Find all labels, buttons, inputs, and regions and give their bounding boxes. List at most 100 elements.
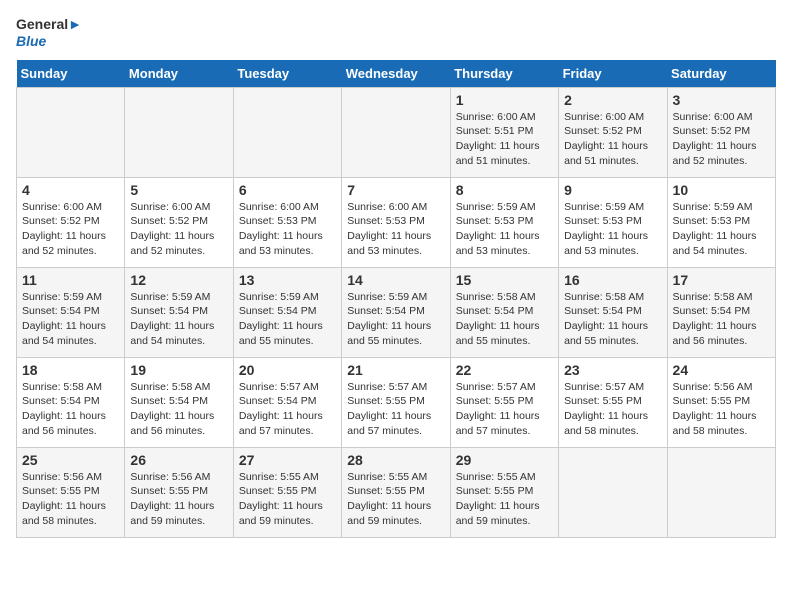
day-info: Sunrise: 5:59 AM Sunset: 5:54 PM Dayligh… <box>239 290 336 349</box>
page-header: General► Blue <box>16 16 776 50</box>
day-number: 6 <box>239 182 336 198</box>
day-info: Sunrise: 5:55 AM Sunset: 5:55 PM Dayligh… <box>347 470 444 529</box>
day-cell-11: 11 Sunrise: 5:59 AM Sunset: 5:54 PM Dayli… <box>17 267 125 357</box>
calendar-table: SundayMondayTuesdayWednesdayThursdayFrid… <box>16 60 776 538</box>
day-cell-17: 17Sunrise: 5:58 AM Sunset: 5:54 PM Dayli… <box>667 267 775 357</box>
day-number: 29 <box>456 452 553 468</box>
day-info: Sunrise: 5:56 AM Sunset: 5:55 PM Dayligh… <box>130 470 227 529</box>
day-info: Sunrise: 5:59 AM Sunset: 5:54 PM Dayligh… <box>130 290 227 349</box>
day-number: 11 <box>22 272 119 288</box>
day-cell-23: 23 Sunrise: 5:57 AM Sunset: 5:55 PM Dayli… <box>559 357 667 447</box>
day-number: 16 <box>564 272 661 288</box>
day-number: 3 <box>673 92 770 108</box>
day-number: 10 <box>673 182 770 198</box>
day-cell-24: 24 Sunrise: 5:56 AM Sunset: 5:55 PM Dayli… <box>667 357 775 447</box>
day-info: Sunrise: 6:00 AM Sunset: 5:52 PM Dayligh… <box>564 110 661 169</box>
day-number: 20 <box>239 362 336 378</box>
day-cell-15: 15 Sunrise: 5:58 AM Sunset: 5:54 PM Dayli… <box>450 267 558 357</box>
day-cell-18: 18 Sunrise: 5:58 AM Sunset: 5:54 PM Dayli… <box>17 357 125 447</box>
header-tuesday: Tuesday <box>233 60 341 88</box>
day-cell-7: 7 Sunrise: 6:00 AM Sunset: 5:53 PM Daylig… <box>342 177 450 267</box>
day-cell-5: 5 Sunrise: 6:00 AM Sunset: 5:52 PM Daylig… <box>125 177 233 267</box>
day-info: Sunrise: 5:55 AM Sunset: 5:55 PM Dayligh… <box>456 470 553 529</box>
header-thursday: Thursday <box>450 60 558 88</box>
day-number: 19 <box>130 362 227 378</box>
calendar-header-row: SundayMondayTuesdayWednesdayThursdayFrid… <box>17 60 776 88</box>
day-number: 5 <box>130 182 227 198</box>
day-number: 22 <box>456 362 553 378</box>
empty-cell <box>125 87 233 177</box>
day-cell-21: 21 Sunrise: 5:57 AM Sunset: 5:55 PM Dayli… <box>342 357 450 447</box>
day-cell-12: 12Sunrise: 5:59 AM Sunset: 5:54 PM Dayli… <box>125 267 233 357</box>
day-cell-16: 16 Sunrise: 5:58 AM Sunset: 5:54 PM Dayli… <box>559 267 667 357</box>
day-cell-9: 9Sunrise: 5:59 AM Sunset: 5:53 PM Daylig… <box>559 177 667 267</box>
day-info: Sunrise: 5:59 AM Sunset: 5:54 PM Dayligh… <box>347 290 444 349</box>
day-cell-20: 20 Sunrise: 5:57 AM Sunset: 5:54 PM Dayli… <box>233 357 341 447</box>
day-info: Sunrise: 5:58 AM Sunset: 5:54 PM Dayligh… <box>130 380 227 439</box>
week-row-5: 25 Sunrise: 5:56 AM Sunset: 5:55 PM Dayli… <box>17 447 776 537</box>
day-cell-28: 28Sunrise: 5:55 AM Sunset: 5:55 PM Dayli… <box>342 447 450 537</box>
day-info: Sunrise: 5:58 AM Sunset: 5:54 PM Dayligh… <box>22 380 119 439</box>
day-info: Sunrise: 5:57 AM Sunset: 5:54 PM Dayligh… <box>239 380 336 439</box>
week-row-2: 4 Sunrise: 6:00 AM Sunset: 5:52 PM Daylig… <box>17 177 776 267</box>
day-info: Sunrise: 5:56 AM Sunset: 5:55 PM Dayligh… <box>673 380 770 439</box>
day-cell-22: 22 Sunrise: 5:57 AM Sunset: 5:55 PM Dayli… <box>450 357 558 447</box>
day-number: 4 <box>22 182 119 198</box>
day-number: 21 <box>347 362 444 378</box>
day-number: 17 <box>673 272 770 288</box>
week-row-3: 11 Sunrise: 5:59 AM Sunset: 5:54 PM Dayli… <box>17 267 776 357</box>
day-info: Sunrise: 5:58 AM Sunset: 5:54 PM Dayligh… <box>456 290 553 349</box>
day-cell-8: 8Sunrise: 5:59 AM Sunset: 5:53 PM Daylig… <box>450 177 558 267</box>
day-info: Sunrise: 5:59 AM Sunset: 5:53 PM Dayligh… <box>456 200 553 259</box>
day-info: Sunrise: 5:57 AM Sunset: 5:55 PM Dayligh… <box>456 380 553 439</box>
day-info: Sunrise: 6:00 AM Sunset: 5:52 PM Dayligh… <box>22 200 119 259</box>
day-info: Sunrise: 5:57 AM Sunset: 5:55 PM Dayligh… <box>347 380 444 439</box>
day-number: 1 <box>456 92 553 108</box>
day-cell-14: 14 Sunrise: 5:59 AM Sunset: 5:54 PM Dayli… <box>342 267 450 357</box>
day-number: 25 <box>22 452 119 468</box>
header-monday: Monday <box>125 60 233 88</box>
day-number: 23 <box>564 362 661 378</box>
day-info: Sunrise: 5:59 AM Sunset: 5:54 PM Dayligh… <box>22 290 119 349</box>
empty-cell <box>17 87 125 177</box>
day-number: 2 <box>564 92 661 108</box>
week-row-4: 18 Sunrise: 5:58 AM Sunset: 5:54 PM Dayli… <box>17 357 776 447</box>
day-number: 13 <box>239 272 336 288</box>
day-number: 14 <box>347 272 444 288</box>
logo-text: General► Blue <box>16 16 82 50</box>
day-number: 24 <box>673 362 770 378</box>
day-cell-2: 2 Sunrise: 6:00 AM Sunset: 5:52 PM Daylig… <box>559 87 667 177</box>
day-cell-25: 25 Sunrise: 5:56 AM Sunset: 5:55 PM Dayli… <box>17 447 125 537</box>
day-info: Sunrise: 5:57 AM Sunset: 5:55 PM Dayligh… <box>564 380 661 439</box>
day-cell-27: 27 Sunrise: 5:55 AM Sunset: 5:55 PM Dayli… <box>233 447 341 537</box>
day-number: 15 <box>456 272 553 288</box>
empty-cell <box>342 87 450 177</box>
header-saturday: Saturday <box>667 60 775 88</box>
logo: General► Blue <box>16 16 82 50</box>
day-number: 27 <box>239 452 336 468</box>
header-friday: Friday <box>559 60 667 88</box>
week-row-1: 1 Sunrise: 6:00 AM Sunset: 5:51 PM Daylig… <box>17 87 776 177</box>
day-number: 9 <box>564 182 661 198</box>
day-cell-6: 6 Sunrise: 6:00 AM Sunset: 5:53 PM Daylig… <box>233 177 341 267</box>
empty-cell <box>233 87 341 177</box>
day-info: Sunrise: 6:00 AM Sunset: 5:51 PM Dayligh… <box>456 110 553 169</box>
day-number: 7 <box>347 182 444 198</box>
day-number: 18 <box>22 362 119 378</box>
day-number: 26 <box>130 452 227 468</box>
day-cell-13: 13 Sunrise: 5:59 AM Sunset: 5:54 PM Dayli… <box>233 267 341 357</box>
empty-cell <box>667 447 775 537</box>
day-info: Sunrise: 6:00 AM Sunset: 5:53 PM Dayligh… <box>239 200 336 259</box>
empty-cell <box>559 447 667 537</box>
day-cell-10: 10 Sunrise: 5:59 AM Sunset: 5:53 PM Dayli… <box>667 177 775 267</box>
day-info: Sunrise: 5:59 AM Sunset: 5:53 PM Dayligh… <box>673 200 770 259</box>
day-cell-19: 19 Sunrise: 5:58 AM Sunset: 5:54 PM Dayli… <box>125 357 233 447</box>
day-info: Sunrise: 5:55 AM Sunset: 5:55 PM Dayligh… <box>239 470 336 529</box>
header-wednesday: Wednesday <box>342 60 450 88</box>
day-info: Sunrise: 5:58 AM Sunset: 5:54 PM Dayligh… <box>564 290 661 349</box>
day-cell-1: 1 Sunrise: 6:00 AM Sunset: 5:51 PM Daylig… <box>450 87 558 177</box>
day-info: Sunrise: 5:56 AM Sunset: 5:55 PM Dayligh… <box>22 470 119 529</box>
day-cell-3: 3Sunrise: 6:00 AM Sunset: 5:52 PM Daylig… <box>667 87 775 177</box>
day-info: Sunrise: 6:00 AM Sunset: 5:52 PM Dayligh… <box>130 200 227 259</box>
day-info: Sunrise: 6:00 AM Sunset: 5:53 PM Dayligh… <box>347 200 444 259</box>
